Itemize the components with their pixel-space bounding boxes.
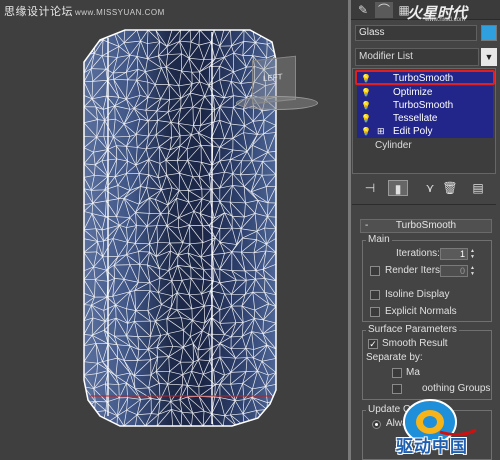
render-iters-checkbox[interactable] (370, 266, 380, 276)
remove-modifier-icon[interactable]: 🗑 (440, 180, 460, 196)
iterations-spinner[interactable]: 1 (440, 248, 468, 260)
modifier-list-dropdown[interactable]: Modifier List (355, 48, 479, 66)
render-iters-spinner[interactable]: 0 (440, 265, 468, 277)
stack-item-cylinder[interactable]: Cylinder (357, 139, 493, 152)
viewcube-ring[interactable] (236, 96, 318, 110)
show-end-result-icon[interactable]: ▮ (388, 180, 408, 196)
modify-tab-icon[interactable]: ⌒ (375, 2, 393, 18)
separate-materials-label: Ma (406, 367, 420, 378)
logo-text: 驱动中国 (396, 437, 468, 456)
render-iters-label: Render Iters: (385, 265, 443, 276)
object-color-swatch[interactable] (481, 25, 497, 41)
modifier-stack[interactable]: 💡 TurboSmooth 💡 Optimize 💡 TurboSmooth 💡… (352, 68, 496, 174)
surface-parameters-title: Surface Parameters (366, 324, 459, 335)
viewcube-label: LEFT (263, 72, 283, 84)
selection-highlight (355, 70, 495, 85)
smooth-result-checkbox[interactable]: ✓ (368, 339, 378, 349)
lightbulb-icon[interactable]: 💡 (361, 125, 371, 138)
expand-plus-icon[interactable]: ⊞ (377, 125, 385, 138)
stack-item-optimize[interactable]: 💡 Optimize (357, 86, 493, 99)
main-group-title: Main (366, 234, 392, 245)
stack-item-turbosmooth[interactable]: 💡 TurboSmooth (357, 99, 493, 112)
stack-toolbar: ⊣ ▮ ⋎ 🗑 ▤ (352, 178, 496, 198)
collapse-icon[interactable]: - (365, 220, 368, 232)
lightbulb-icon[interactable]: 💡 (361, 99, 371, 112)
site-watermark: 思缘设计论坛 www.MISSYUAN.COM (4, 6, 165, 18)
stack-item-edit-poly[interactable]: 💡 ⊞ Edit Poly (357, 125, 493, 138)
spinner-arrows-icon[interactable]: ▲ ▼ (470, 248, 476, 260)
separate-by-label: Separate by: (366, 352, 423, 363)
lightbulb-icon[interactable]: 💡 (361, 86, 371, 99)
make-unique-icon[interactable]: ⋎ (420, 180, 440, 196)
chevron-down-icon[interactable]: ▼ (481, 48, 497, 66)
configure-modifier-sets-icon[interactable]: ▤ (468, 180, 488, 196)
brand-watermark-url: www.hxsd.com (425, 17, 466, 23)
command-panel-tabs: ✎ ⌒ ▦ 火星时代 www.hxsd.com (351, 0, 500, 23)
perspective-viewport[interactable]: 思缘设计论坛 www.MISSYUAN.COM LEFT (0, 0, 348, 460)
smooth-result-label: Smooth Result (382, 338, 448, 349)
explicit-normals-checkbox[interactable] (370, 307, 380, 317)
separate-materials-checkbox[interactable] (392, 368, 402, 378)
isoline-display-label: Isoline Display (385, 289, 450, 300)
object-name-field[interactable]: Glass (355, 25, 477, 41)
explicit-normals-label: Explicit Normals (385, 306, 457, 317)
divider (352, 204, 496, 205)
create-tab-icon[interactable]: ✎ (354, 2, 372, 18)
stack-item-tessellate[interactable]: 💡 Tessellate (357, 112, 493, 125)
spinner-arrows-icon[interactable]: ▲ ▼ (470, 265, 476, 277)
lightbulb-icon[interactable]: 💡 (361, 112, 371, 125)
pin-stack-icon[interactable]: ⊣ (360, 180, 380, 196)
isoline-display-checkbox[interactable] (370, 290, 380, 300)
turbosmooth-rollout-header[interactable]: - TurboSmooth (360, 219, 492, 233)
iterations-label: Iterations: (396, 248, 440, 259)
